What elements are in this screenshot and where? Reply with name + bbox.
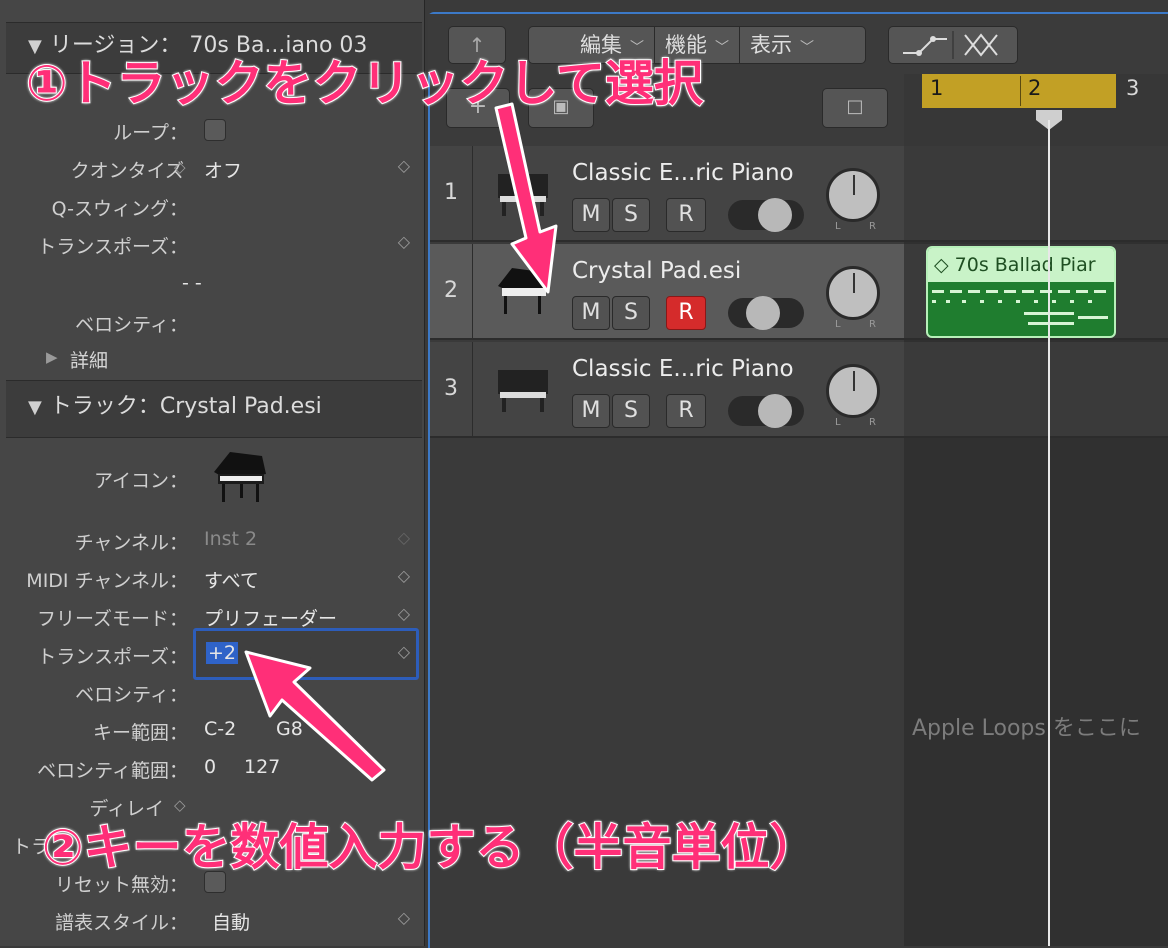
annotation-step1: ①トラックをクリックして選択 bbox=[25, 54, 704, 113]
annotation-step2: ②キーを数値入力する（半音単位） bbox=[41, 818, 819, 877]
arrow-to-track-icon bbox=[494, 102, 558, 294]
arrow-to-transpose-icon bbox=[244, 650, 386, 782]
annotation-arrows bbox=[244, 102, 558, 782]
